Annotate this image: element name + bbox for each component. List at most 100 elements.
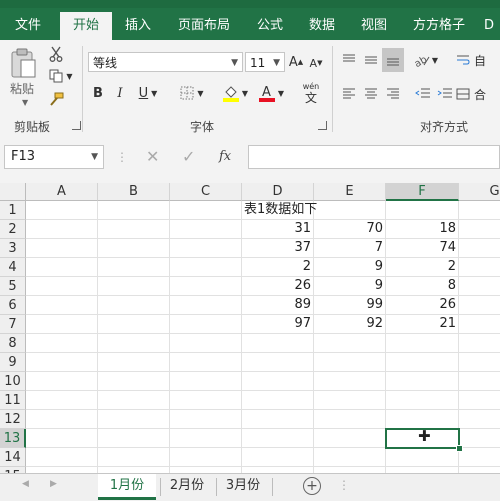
- row-header-4[interactable]: 4: [0, 258, 26, 277]
- tab-file[interactable]: 文件: [4, 12, 52, 40]
- sheet-tab-jan[interactable]: 1月份: [98, 474, 156, 500]
- align-left-button[interactable]: [340, 84, 358, 104]
- grid-cell[interactable]: [26, 315, 98, 334]
- grid-cell[interactable]: [242, 448, 314, 467]
- row-header-10[interactable]: 10: [0, 372, 26, 391]
- merge-center-button[interactable]: 合: [456, 84, 496, 104]
- grid-cell[interactable]: [170, 429, 242, 448]
- grid-cell[interactable]: [386, 372, 459, 391]
- copy-button[interactable]: ▼: [46, 66, 76, 86]
- align-top-button[interactable]: [340, 50, 358, 70]
- tab-fangfang[interactable]: 方方格子: [406, 12, 472, 40]
- format-painter-button[interactable]: [46, 89, 66, 109]
- tab-formulas[interactable]: 公式: [246, 12, 294, 40]
- grid-cell[interactable]: [26, 372, 98, 391]
- borders-button[interactable]: ▼: [176, 84, 208, 102]
- cell-e3[interactable]: 7: [314, 239, 386, 258]
- grid-cell[interactable]: [314, 201, 386, 220]
- grid-cell[interactable]: [98, 258, 170, 277]
- grid-cell[interactable]: [459, 315, 500, 334]
- bold-button[interactable]: B: [90, 84, 106, 102]
- row-header-5[interactable]: 5: [0, 277, 26, 296]
- increase-font-button[interactable]: A ▲: [288, 52, 304, 72]
- fill-handle[interactable]: [456, 445, 463, 452]
- grid-cell[interactable]: [26, 448, 98, 467]
- cell-f6[interactable]: 26: [386, 296, 459, 315]
- grid-cell[interactable]: [459, 334, 500, 353]
- paste-dropdown-icon[interactable]: ▼: [22, 98, 28, 107]
- grid-cell[interactable]: [98, 448, 170, 467]
- row-header-6[interactable]: 6: [0, 296, 26, 315]
- grid-cell[interactable]: [170, 410, 242, 429]
- column-header-d[interactable]: D: [242, 183, 314, 201]
- cell-e4[interactable]: 9: [314, 258, 386, 277]
- grid-cell[interactable]: [98, 296, 170, 315]
- align-middle-button[interactable]: [362, 50, 380, 70]
- scroll-left-icon[interactable]: ◀: [22, 479, 29, 489]
- column-header-g[interactable]: G: [459, 183, 500, 201]
- grid-cell[interactable]: [26, 334, 98, 353]
- column-header-e[interactable]: E: [314, 183, 386, 201]
- tab-splitter-icon[interactable]: ⋮: [338, 478, 350, 492]
- grid-cell[interactable]: [459, 201, 500, 220]
- grid-cell[interactable]: [26, 239, 98, 258]
- grid-cell[interactable]: [386, 391, 459, 410]
- grid-cell[interactable]: [26, 410, 98, 429]
- tab-home[interactable]: 开始: [60, 12, 112, 40]
- grid-cell[interactable]: [170, 391, 242, 410]
- grid-cell[interactable]: [170, 239, 242, 258]
- decrease-indent-button[interactable]: [414, 84, 432, 104]
- grid-cell[interactable]: [170, 277, 242, 296]
- grid-cell[interactable]: [98, 353, 170, 372]
- cell-d3[interactable]: 37: [242, 239, 314, 258]
- worksheet-grid[interactable]: A B C D E F G 1 2 3 4 5 6 7 8 9 10 11 12…: [0, 183, 500, 473]
- cell-e5[interactable]: 9: [314, 277, 386, 296]
- grid-cell[interactable]: [459, 372, 500, 391]
- align-bottom-button[interactable]: [382, 48, 404, 72]
- formula-input[interactable]: [248, 145, 500, 169]
- grid-cell[interactable]: [170, 353, 242, 372]
- decrease-font-button[interactable]: A ▼: [308, 54, 324, 72]
- cell-e6[interactable]: 99: [314, 296, 386, 315]
- grid-cell[interactable]: [314, 391, 386, 410]
- grid-cell[interactable]: [98, 239, 170, 258]
- grid-cell[interactable]: [170, 334, 242, 353]
- grid-cell[interactable]: [242, 334, 314, 353]
- grid-cell[interactable]: [386, 334, 459, 353]
- grid-cell[interactable]: [459, 220, 500, 239]
- grid-cell[interactable]: [98, 315, 170, 334]
- increase-indent-button[interactable]: [436, 84, 454, 104]
- grid-cell[interactable]: [314, 410, 386, 429]
- grid-cell[interactable]: [459, 258, 500, 277]
- grid-cell[interactable]: [459, 429, 500, 448]
- row-header-14[interactable]: 14: [0, 448, 26, 467]
- grid-cell[interactable]: [170, 372, 242, 391]
- cell-d2[interactable]: 31: [242, 220, 314, 239]
- column-header-c[interactable]: C: [170, 183, 242, 201]
- row-header-2[interactable]: 2: [0, 220, 26, 239]
- row-header-12[interactable]: 12: [0, 410, 26, 429]
- select-all-corner[interactable]: [0, 183, 26, 201]
- grid-cell[interactable]: [459, 410, 500, 429]
- wrap-text-button[interactable]: 自: [456, 50, 496, 70]
- enter-check-icon[interactable]: ✓: [182, 147, 195, 166]
- cell-f4[interactable]: 2: [386, 258, 459, 277]
- cell-f3[interactable]: 74: [386, 239, 459, 258]
- tab-page-layout[interactable]: 页面布局: [170, 12, 238, 40]
- grid-cell[interactable]: [170, 258, 242, 277]
- grid-cell[interactable]: [170, 315, 242, 334]
- cell-d5[interactable]: 26: [242, 277, 314, 296]
- column-header-a[interactable]: A: [26, 183, 98, 201]
- cell-e7[interactable]: 92: [314, 315, 386, 334]
- font-size-dropdown[interactable]: 11 ▼: [245, 52, 285, 72]
- cut-button[interactable]: [46, 44, 66, 64]
- row-header-7[interactable]: 7: [0, 315, 26, 334]
- cell-f2[interactable]: 18: [386, 220, 459, 239]
- orientation-button[interactable]: ab ▼: [410, 50, 442, 70]
- grid-cell[interactable]: [459, 391, 500, 410]
- grid-cell[interactable]: [98, 277, 170, 296]
- grid-cell[interactable]: [26, 391, 98, 410]
- cell-f5[interactable]: 8: [386, 277, 459, 296]
- add-sheet-icon[interactable]: +: [303, 477, 321, 495]
- sheet-tab-feb[interactable]: 2月份: [160, 474, 214, 500]
